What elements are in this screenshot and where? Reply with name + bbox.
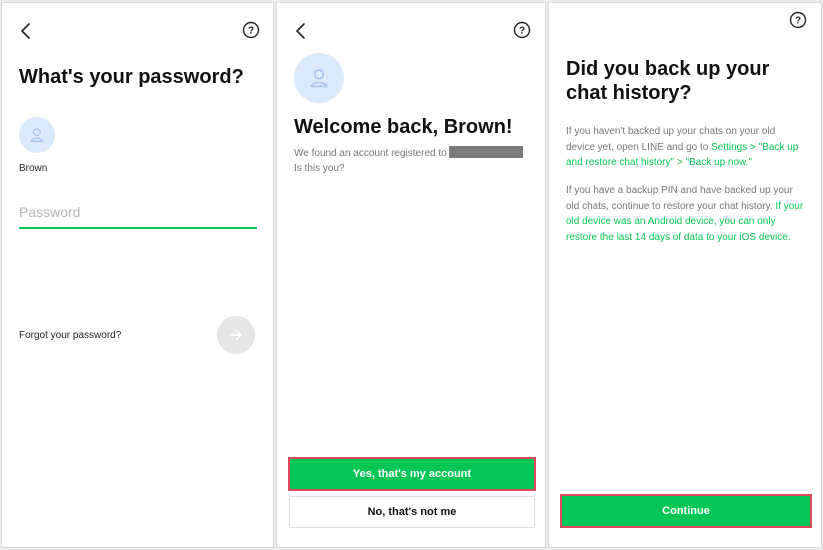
forgot-password-link[interactable]: Forgot your password? <box>19 330 121 341</box>
password-screen: ? What's your password? Brown Forgot you… <box>1 2 274 548</box>
restore-instructions: If you have a backup PIN and have backed… <box>566 183 804 245</box>
account-found-message: We found an account registered to Is thi… <box>294 146 534 176</box>
user-icon <box>30 128 44 142</box>
backup-instructions: If you haven't backed up your chats on y… <box>566 124 804 171</box>
help-icon[interactable]: ? <box>789 11 807 29</box>
redacted-account-id <box>448 146 523 158</box>
password-input[interactable] <box>19 201 257 229</box>
restore-instructions-text: If you have a backup PIN and have backed… <box>566 185 793 212</box>
arrow-right-icon <box>230 330 242 340</box>
chevron-left-icon[interactable] <box>292 21 312 41</box>
continue-button[interactable]: Continue <box>560 494 812 528</box>
welcome-screen: ? Welcome back, Brown! We found an accou… <box>276 2 546 548</box>
username-label: Brown <box>19 163 48 174</box>
help-icon[interactable]: ? <box>242 21 260 39</box>
backup-screen: ? Did you back up your chat history? If … <box>548 2 822 548</box>
page-title: What's your password? <box>19 66 244 88</box>
title-line-1: Did you back up your <box>566 58 770 80</box>
svg-text:?: ? <box>248 26 254 37</box>
not-me-button[interactable]: No, that's not me <box>289 496 535 528</box>
chevron-left-icon[interactable] <box>17 21 37 41</box>
page-title: Did you back up your chat history? <box>566 57 811 105</box>
confirm-account-button[interactable]: Yes, that's my account <box>288 457 536 491</box>
user-icon <box>310 69 328 88</box>
avatar <box>19 117 55 153</box>
svg-text:?: ? <box>519 26 525 37</box>
page-title: Welcome back, Brown! <box>294 116 513 138</box>
next-button[interactable] <box>217 316 255 354</box>
title-line-2: chat history? <box>566 82 692 104</box>
avatar <box>294 53 344 103</box>
app-stage: ? What's your password? Brown Forgot you… <box>0 0 823 550</box>
confirm-question: Is this you? <box>294 163 345 174</box>
account-found-text: We found an account registered to <box>294 148 447 159</box>
svg-text:?: ? <box>795 16 801 27</box>
help-icon[interactable]: ? <box>513 21 531 39</box>
